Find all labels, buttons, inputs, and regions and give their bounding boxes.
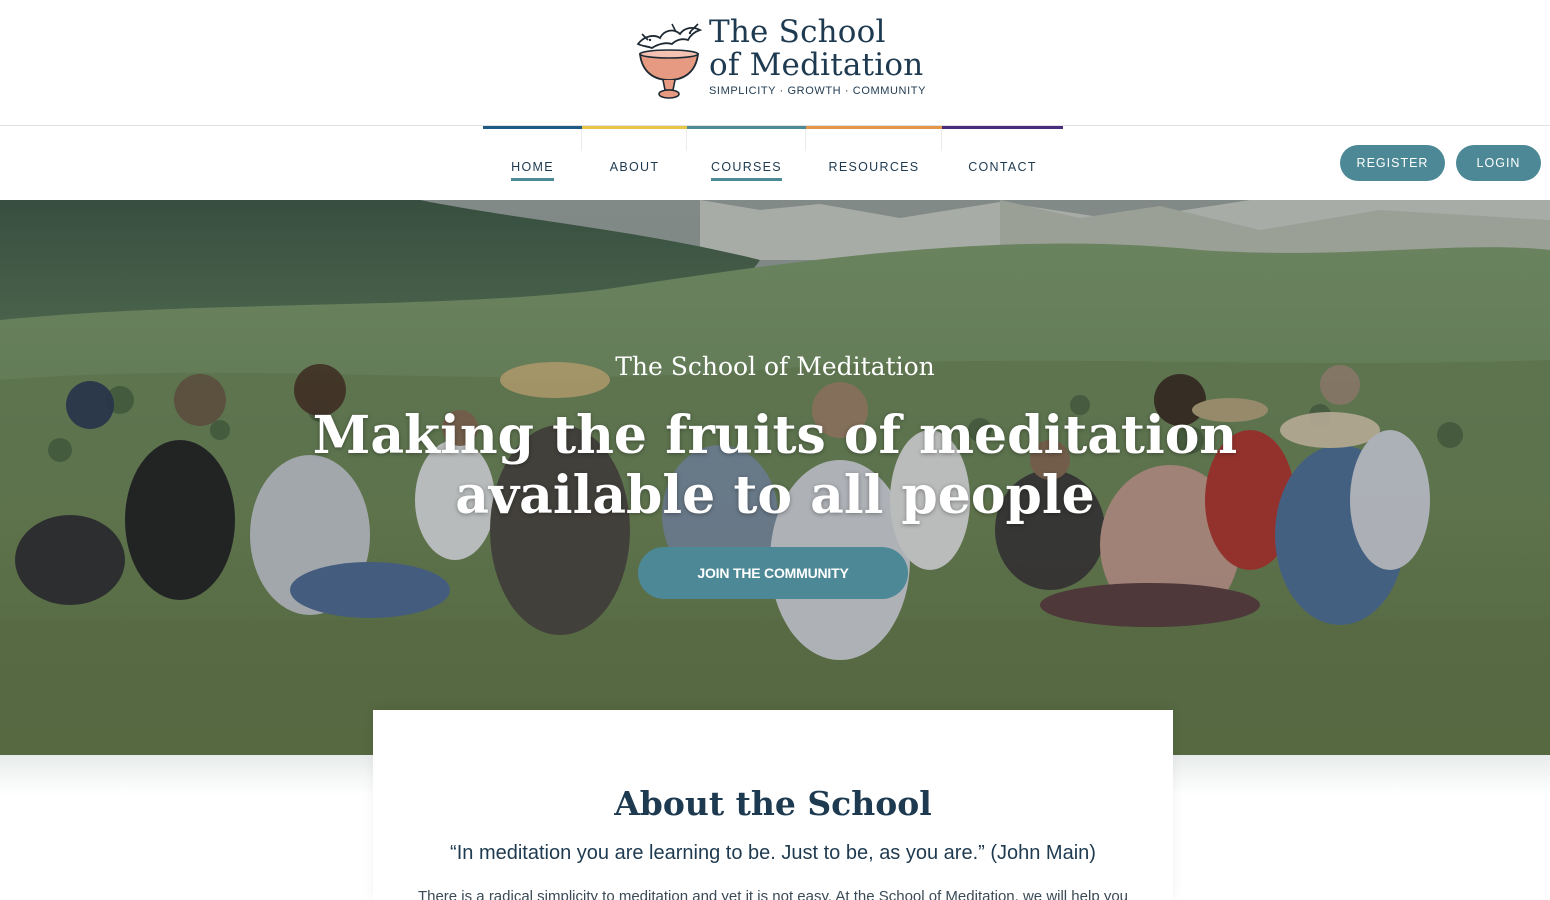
nav-item-label: ABOUT: [609, 160, 660, 174]
nav-item-resources[interactable]: RESOURCES: [806, 126, 942, 200]
logo-line-2: of Meditation: [709, 47, 924, 83]
nav-item-contact[interactable]: CONTACT: [942, 126, 1063, 200]
site-logo[interactable]: The School of Meditation SIMPLICITY · GR…: [630, 14, 930, 104]
nav-item-home[interactable]: HOME: [483, 126, 582, 200]
about-body-text: There is a radical simplicity to meditat…: [417, 888, 1129, 900]
nav-item-label: CONTACT: [968, 160, 1037, 174]
hero-title: Making the fruits of meditation availabl…: [312, 405, 1238, 526]
nav-item-label: HOME: [511, 159, 554, 181]
logo-line-1: The School: [709, 14, 886, 50]
nav-item-label: COURSES: [711, 159, 782, 181]
logo-tagline: SIMPLICITY · GROWTH · COMMUNITY: [709, 85, 927, 97]
login-button[interactable]: LOGIN: [1456, 145, 1541, 181]
nav-item-about[interactable]: ABOUT: [582, 126, 687, 200]
nav-menu: HOME ABOUT COURSES RESOURCES CONTACT: [483, 126, 1063, 200]
nav-item-courses[interactable]: COURSES: [687, 126, 806, 200]
main-navigation: HOME ABOUT COURSES RESOURCES CONTACT: [0, 126, 1550, 200]
site-header: The School of Meditation SIMPLICITY · GR…: [0, 0, 1550, 126]
nav-item-label: RESOURCES: [828, 160, 920, 174]
about-title: About the School: [614, 784, 932, 823]
about-quote: “In meditation you are learning to be. J…: [450, 842, 1096, 864]
logo-wordmark: The School of Meditation SIMPLICITY · GR…: [709, 14, 927, 98]
register-button[interactable]: REGISTER: [1340, 145, 1445, 181]
bowl-with-doves-icon: [636, 23, 703, 99]
hero-section: The School of Meditation Making the frui…: [0, 200, 1550, 755]
about-section: About the School “In meditation you are …: [373, 710, 1173, 900]
hero-kicker: The School of Meditation: [615, 352, 935, 381]
join-community-button[interactable]: JOIN THE COMMUNITY: [638, 547, 908, 599]
